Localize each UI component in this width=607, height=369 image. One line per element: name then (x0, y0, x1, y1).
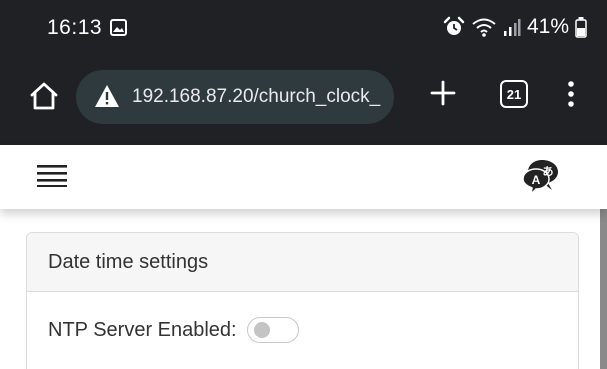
signal-icon (503, 19, 521, 36)
page-scrollbar[interactable] (600, 209, 607, 369)
card-body: NTP Server Enabled: (27, 292, 578, 343)
gallery-icon (110, 19, 127, 36)
lang-letter-a: A (532, 173, 541, 187)
home-icon[interactable] (28, 80, 60, 112)
battery-icon (575, 17, 587, 38)
battery-percentage: 41% (526, 15, 569, 38)
ntp-server-label: NTP Server Enabled: (48, 318, 237, 341)
date-time-settings-card: Date time settings NTP Server Enabled: (26, 232, 579, 369)
tab-switcher-button[interactable]: 21 (500, 80, 528, 108)
toggle-knob (253, 322, 270, 338)
plus-icon[interactable] (429, 79, 457, 107)
alarm-icon (443, 16, 465, 35)
more-vert-icon[interactable] (565, 79, 577, 109)
card-title: Date time settings (48, 250, 209, 273)
status-time: 16:13 (47, 16, 103, 39)
status-bar: 16:13 41% (0, 0, 607, 56)
tab-count: 21 (506, 86, 522, 102)
browser-toolbar: 192.168.87.20/church_clock_ 21 (0, 62, 607, 130)
browser-chrome: 16:13 41% 192.168.87.20/church_clock_ 21 (0, 0, 607, 145)
lang-letter-b: あ (543, 165, 554, 178)
status-icons: 41% (443, 14, 587, 40)
ntp-server-toggle[interactable] (246, 317, 299, 343)
card-header: Date time settings (27, 233, 578, 292)
url-text: 192.168.87.20/church_clock_ (132, 86, 381, 107)
wifi-icon (472, 18, 496, 37)
app-bar: A あ (0, 145, 607, 209)
hamburger-icon[interactable] (37, 163, 67, 187)
warning-icon[interactable] (94, 84, 120, 108)
page-content: Date time settings NTP Server Enabled: (0, 209, 600, 369)
address-bar[interactable]: 192.168.87.20/church_clock_ (76, 70, 394, 124)
language-icon[interactable]: A あ (521, 157, 563, 195)
